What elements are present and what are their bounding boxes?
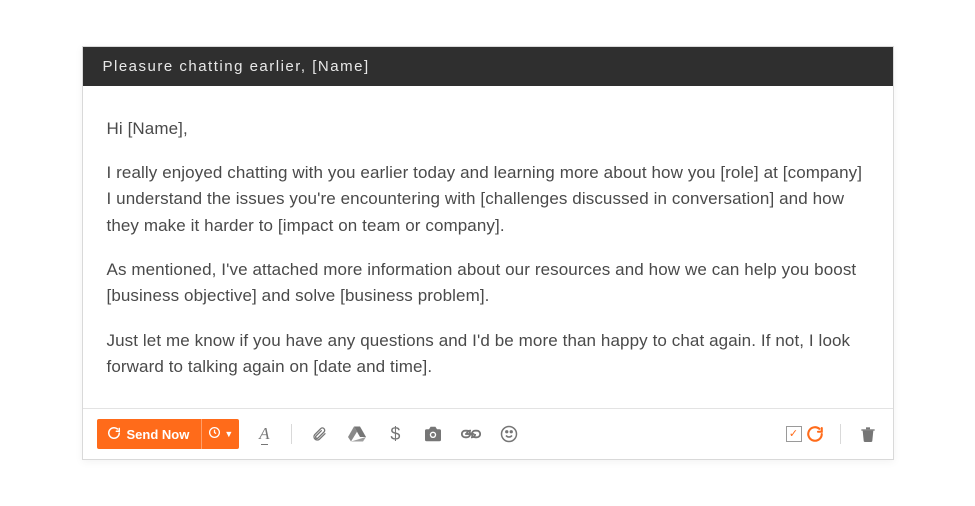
formatting-tools: A $	[253, 422, 520, 446]
toolbar: Send Now ▼ A	[83, 408, 893, 459]
drive-icon	[348, 426, 366, 442]
compose-window: Pleasure chatting earlier, [Name] Hi [Na…	[82, 46, 894, 461]
right-tools: ✓	[786, 422, 879, 446]
body-paragraph: Just let me know if you have any questio…	[107, 328, 869, 381]
trash-icon	[860, 425, 876, 443]
link-icon	[461, 428, 481, 440]
track-toggle[interactable]: ✓	[786, 422, 824, 446]
refresh-icon	[107, 426, 121, 443]
subject-bar[interactable]: Pleasure chatting earlier, [Name]	[83, 47, 893, 86]
currency-button[interactable]: $	[384, 422, 406, 446]
send-later-dropdown[interactable]: ▼	[201, 419, 239, 449]
body-paragraph: I really enjoyed chatting with you earli…	[107, 160, 869, 239]
camera-button[interactable]	[422, 422, 444, 446]
body-paragraph: Hi [Name],	[107, 116, 869, 142]
divider	[840, 424, 841, 444]
checkbox-icon: ✓	[786, 426, 802, 442]
emoji-button[interactable]	[498, 422, 520, 446]
text-format-button[interactable]: A	[253, 422, 275, 446]
delete-button[interactable]	[857, 422, 879, 446]
camera-icon	[423, 426, 443, 442]
send-button[interactable]: Send Now	[97, 419, 202, 449]
drive-button[interactable]	[346, 422, 368, 446]
clock-icon	[208, 426, 221, 442]
paperclip-icon	[311, 425, 327, 443]
link-button[interactable]	[460, 422, 482, 446]
subject-text: Pleasure chatting earlier, [Name]	[103, 58, 370, 75]
attach-button[interactable]	[308, 422, 330, 446]
dollar-icon: $	[390, 424, 400, 445]
divider	[291, 424, 292, 444]
smile-icon	[500, 425, 518, 443]
body-paragraph: As mentioned, I've attached more informa…	[107, 257, 869, 310]
send-label: Send Now	[127, 427, 190, 442]
email-body[interactable]: Hi [Name], I really enjoyed chatting wit…	[83, 86, 893, 409]
send-group: Send Now ▼	[97, 419, 240, 449]
text-format-icon: A	[259, 424, 269, 444]
chevron-down-icon: ▼	[224, 429, 233, 439]
refresh-icon	[806, 425, 824, 443]
